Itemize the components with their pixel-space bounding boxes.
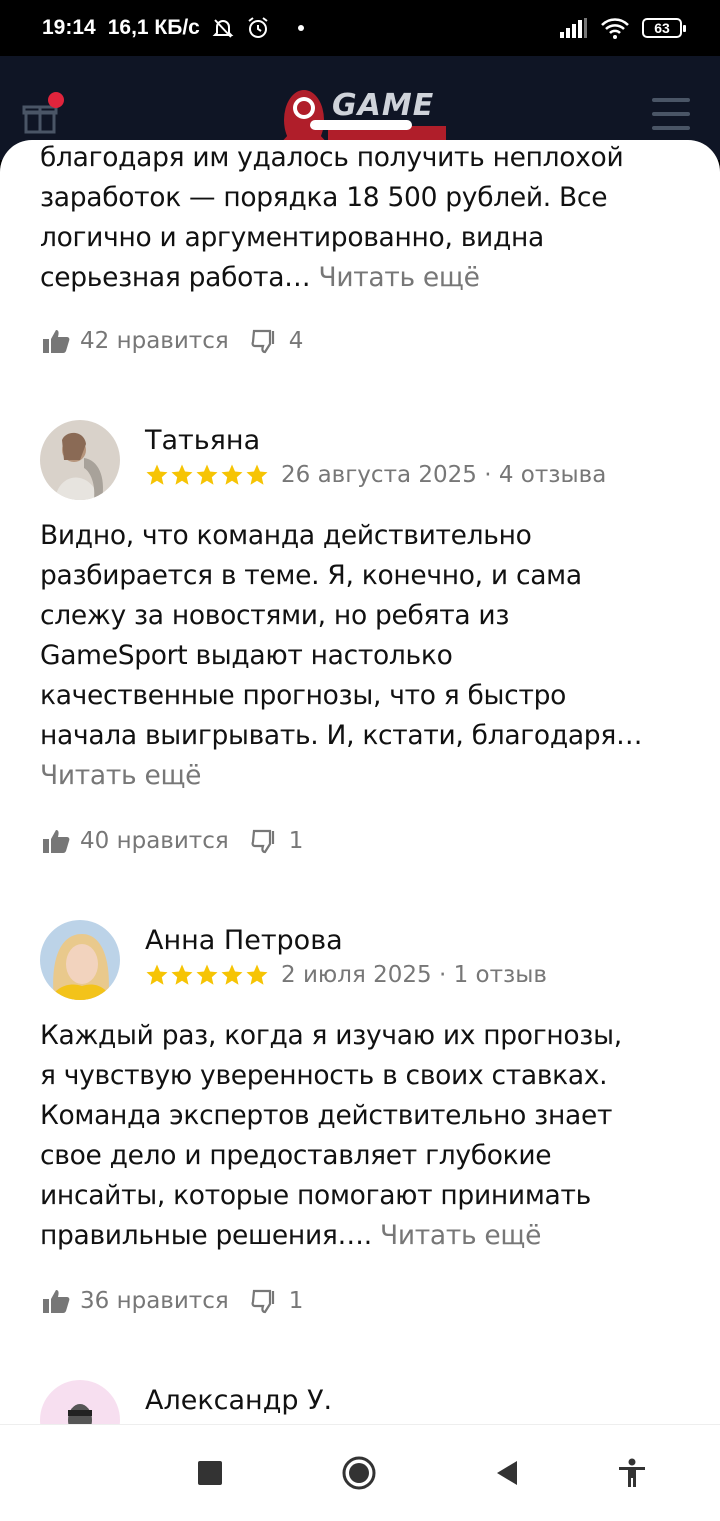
star-icon bbox=[246, 964, 268, 985]
clock: 19:14 bbox=[42, 16, 96, 39]
star-icon bbox=[221, 464, 243, 485]
author-name: Александр У. bbox=[145, 1385, 333, 1416]
mute-icon bbox=[212, 17, 234, 39]
back-icon[interactable] bbox=[488, 1455, 524, 1491]
recents-icon[interactable] bbox=[192, 1455, 228, 1491]
notification-dot bbox=[48, 92, 64, 108]
network-speed: 16,1 КБ/с bbox=[107, 16, 200, 39]
navigation-bar bbox=[0, 1424, 720, 1521]
star-icon bbox=[196, 464, 218, 485]
like-icon[interactable] bbox=[42, 1288, 70, 1314]
status-bar: 19:14 16,1 КБ/с 63 bbox=[0, 0, 720, 56]
home-icon[interactable] bbox=[341, 1455, 377, 1491]
likes-count: 36 нравится bbox=[80, 1288, 229, 1314]
star-icon bbox=[196, 964, 218, 985]
sheet-handle[interactable] bbox=[310, 120, 412, 130]
read-more-link[interactable]: Читать ещё bbox=[318, 262, 479, 293]
accessibility-icon[interactable] bbox=[614, 1455, 650, 1491]
review-reactions: 40 нравится 1 bbox=[42, 828, 303, 854]
review-author: Татьяна 26 августа 2025 · 4 отзыва bbox=[40, 420, 606, 500]
wifi-icon bbox=[600, 17, 630, 39]
battery-icon: 63 bbox=[642, 18, 686, 38]
author-name: Татьяна bbox=[145, 425, 261, 456]
review-text: Видно, что команда действительно разбира… bbox=[40, 516, 690, 796]
read-more-link[interactable]: Читать ещё bbox=[380, 1220, 541, 1251]
review-author: Анна Петрова 2 июля 2025 · 1 отзыв bbox=[40, 920, 547, 1000]
reviews-sheet: благодаря им удалось получить неплохой з… bbox=[0, 140, 720, 1424]
star-icon bbox=[171, 464, 193, 485]
star-icon bbox=[221, 964, 243, 985]
dislike-icon[interactable] bbox=[251, 828, 279, 854]
review-reactions: 36 нравится 1 bbox=[42, 1288, 303, 1314]
dislikes-count: 1 bbox=[288, 828, 304, 854]
likes-count: 40 нравится bbox=[80, 828, 229, 854]
review-text: Каждый раз, когда я изучаю их прогнозы, … bbox=[40, 1020, 622, 1251]
like-icon[interactable] bbox=[42, 828, 70, 854]
dislikes-count: 4 bbox=[288, 328, 304, 354]
logo-text: GAME bbox=[332, 88, 435, 123]
star-icon bbox=[171, 964, 193, 985]
menu-icon[interactable] bbox=[652, 98, 690, 132]
avatar[interactable] bbox=[40, 420, 120, 500]
rating-stars bbox=[145, 463, 269, 487]
like-icon[interactable] bbox=[42, 328, 70, 354]
signal-icon bbox=[560, 18, 588, 38]
review-author: Александр У. bbox=[40, 1380, 332, 1424]
star-icon bbox=[146, 964, 168, 985]
alarm-icon bbox=[246, 16, 270, 40]
rating-stars bbox=[145, 963, 269, 987]
review-meta: 2 июля 2025 · 1 отзыв bbox=[281, 962, 547, 988]
dislike-icon[interactable] bbox=[251, 1288, 279, 1314]
dislikes-count: 1 bbox=[288, 1288, 304, 1314]
review-meta: 26 августа 2025 · 4 отзыва bbox=[281, 462, 607, 488]
dot-icon bbox=[297, 25, 304, 31]
likes-count: 42 нравится bbox=[80, 328, 229, 354]
dislike-icon[interactable] bbox=[251, 328, 279, 354]
avatar[interactable] bbox=[40, 920, 120, 1000]
review-text: благодаря им удалось получить неплохой з… bbox=[40, 142, 624, 293]
read-more-link[interactable]: Читать ещё bbox=[40, 756, 690, 796]
star-icon bbox=[246, 464, 268, 485]
review-reactions: 42 нравится 4 bbox=[42, 328, 303, 354]
author-name: Анна Петрова bbox=[145, 925, 343, 956]
star-icon bbox=[146, 464, 168, 485]
avatar[interactable] bbox=[40, 1380, 120, 1424]
